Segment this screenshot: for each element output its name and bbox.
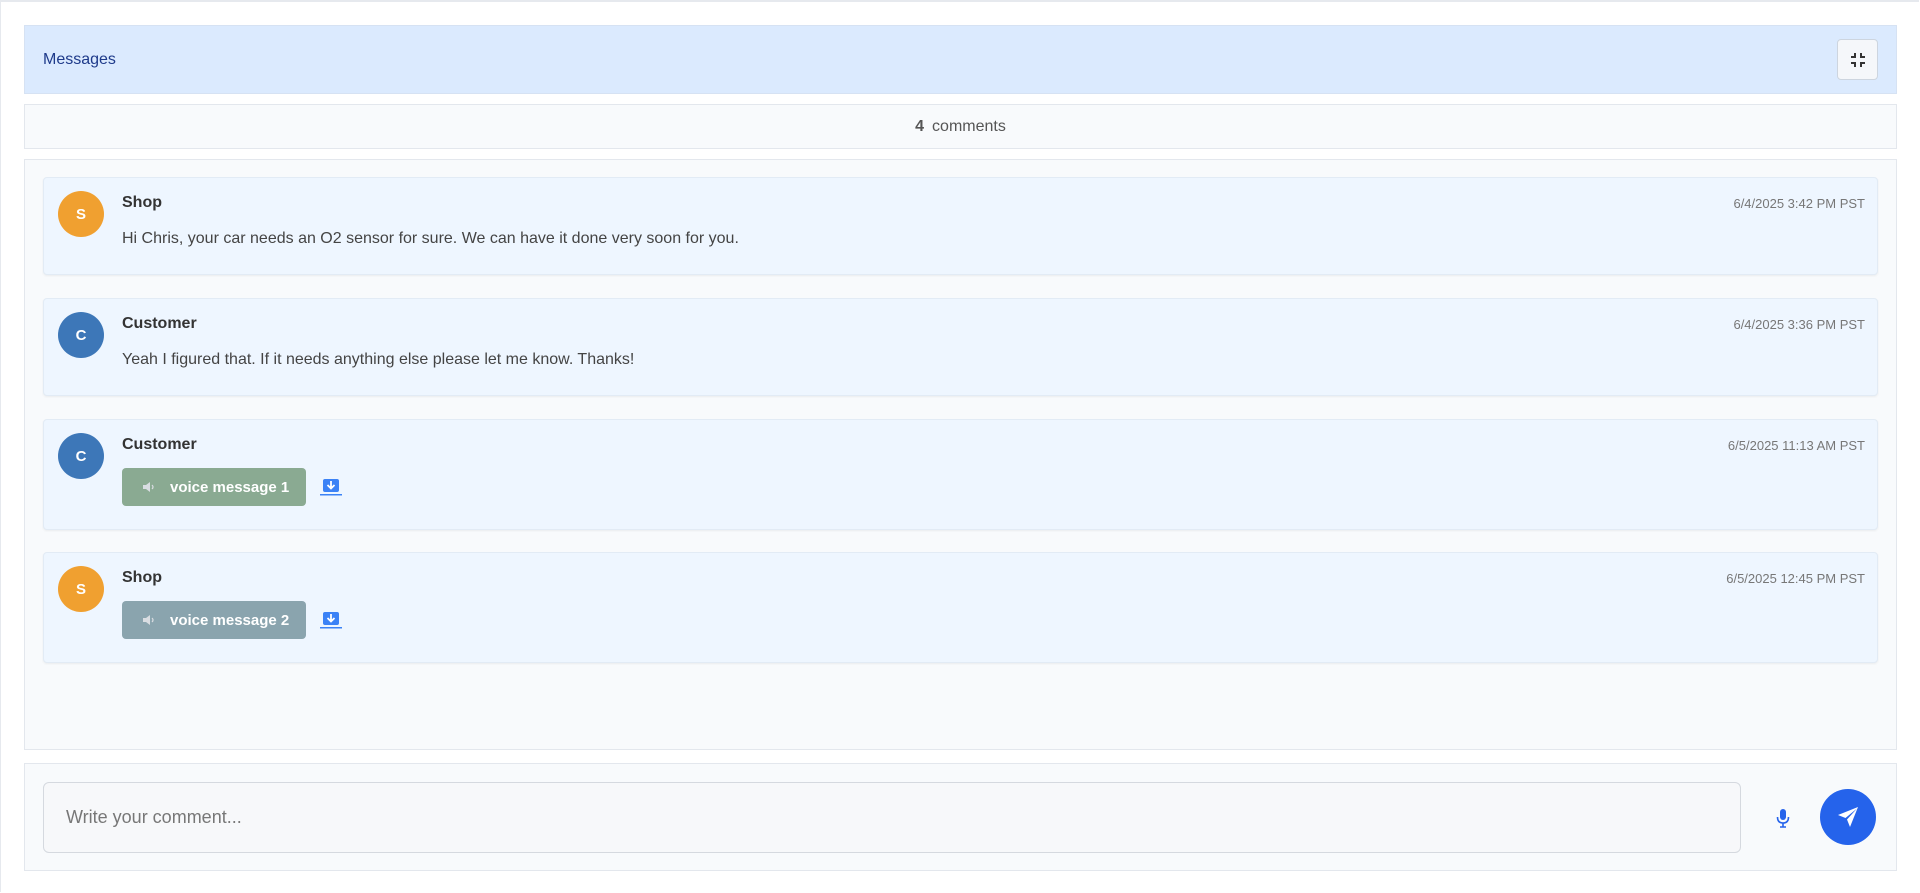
message-author: Customer <box>122 315 197 332</box>
comment-input[interactable] <box>43 782 1741 853</box>
avatar: S <box>58 191 104 237</box>
speaker-icon <box>143 615 154 625</box>
send-button[interactable] <box>1820 789 1876 845</box>
voice-row: voice message 2 <box>122 601 343 639</box>
comment-composer <box>24 763 1897 871</box>
avatar: C <box>58 312 104 358</box>
record-voice-button[interactable] <box>1768 801 1798 835</box>
comment-count: 4 <box>915 117 925 135</box>
avatar: S <box>58 566 104 612</box>
voice-message-button[interactable]: voice message 2 <box>122 601 307 639</box>
message-timestamp: 6/4/2025 3:36 PM PST <box>1733 317 1865 332</box>
download-button[interactable] <box>320 478 343 496</box>
speaker-icon <box>143 482 154 492</box>
download-icon <box>320 479 343 496</box>
voice-message-label: voice message 2 <box>170 611 290 629</box>
message-timestamp: 6/5/2025 11:13 AM PST <box>1727 438 1865 453</box>
microphone-icon <box>1776 809 1790 828</box>
header-title: Messages <box>43 50 116 68</box>
messages-panel: S Shop 6/4/2025 3:42 PM PST Hi Chris, yo… <box>24 159 1897 750</box>
message-author: Shop <box>122 194 162 211</box>
message-author: Shop <box>122 569 162 586</box>
voice-row: voice message 1 <box>122 468 343 506</box>
message-item: S Shop 6/4/2025 3:42 PM PST Hi Chris, yo… <box>43 177 1878 275</box>
message-text: Yeah I figured that. If it needs anythin… <box>122 351 635 368</box>
voice-message-label: voice message 1 <box>170 478 290 496</box>
compress-icon <box>1850 52 1865 67</box>
collapse-button[interactable] <box>1837 39 1878 80</box>
download-icon <box>320 612 343 629</box>
message-item: S Shop 6/5/2025 12:45 PM PST voice messa… <box>43 552 1878 663</box>
comment-count-label: comments <box>932 117 1006 135</box>
download-button[interactable] <box>320 611 343 629</box>
message-item: C Customer 6/5/2025 11:13 AM PST voice m… <box>43 419 1878 530</box>
messages-header: Messages <box>24 25 1897 94</box>
paper-plane-icon <box>1838 807 1858 827</box>
message-text: Hi Chris, your car needs an O2 sensor fo… <box>122 230 739 247</box>
message-timestamp: 6/5/2025 12:45 PM PST <box>1726 571 1865 586</box>
message-timestamp: 6/4/2025 3:42 PM PST <box>1733 196 1865 211</box>
message-item: C Customer 6/4/2025 3:36 PM PST Yeah I f… <box>43 298 1878 396</box>
voice-message-button[interactable]: voice message 1 <box>122 468 307 506</box>
avatar: C <box>58 433 104 479</box>
comment-count-bar: 4 comments <box>24 104 1897 149</box>
message-author: Customer <box>122 436 197 453</box>
